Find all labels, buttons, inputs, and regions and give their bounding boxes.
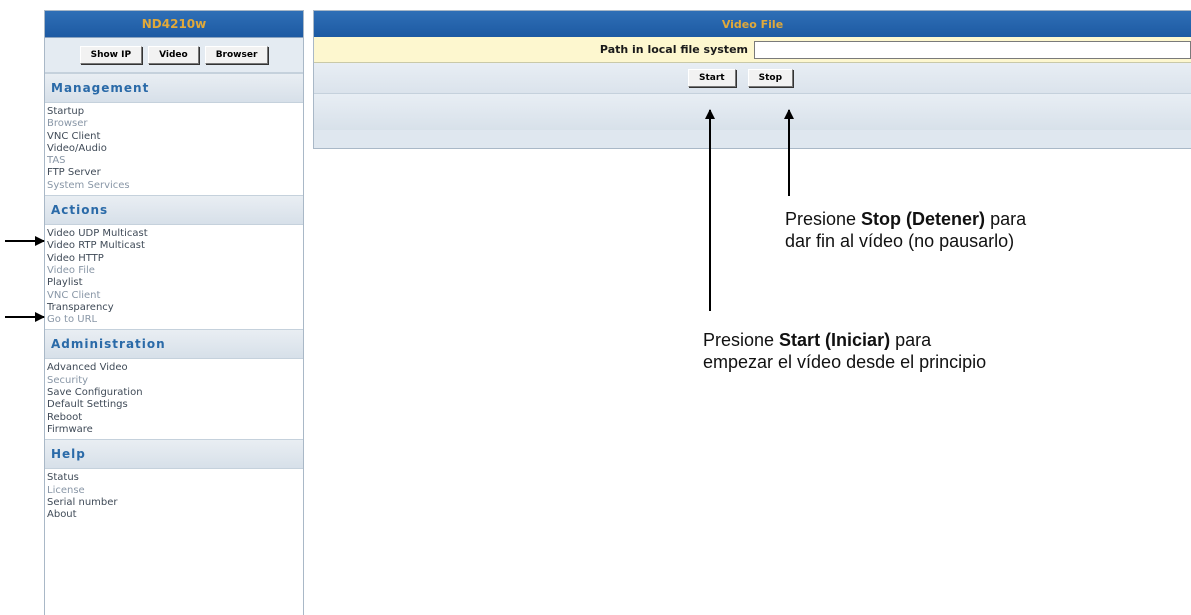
stop-note-suffix: para [985,209,1027,229]
stop-note-prefix: Presione [785,209,862,229]
start-annotation: Presione Start (Iniciar) para empezar el… [703,329,986,373]
start-note-bold: Start (Iniciar) [779,330,891,350]
stop-note-bold: Stop (Detener) [861,209,986,229]
annotation-arrows [5,109,794,322]
stop-annotation: Presione Stop (Detener) para dar fin al … [785,208,1026,252]
start-note-line2: empezar el vídeo desde el principio [703,352,987,372]
start-note-suffix: para [890,330,932,350]
stop-note-line2: dar fin al vídeo (no pausarlo) [785,231,1015,251]
start-note-prefix: Presione [703,330,780,350]
